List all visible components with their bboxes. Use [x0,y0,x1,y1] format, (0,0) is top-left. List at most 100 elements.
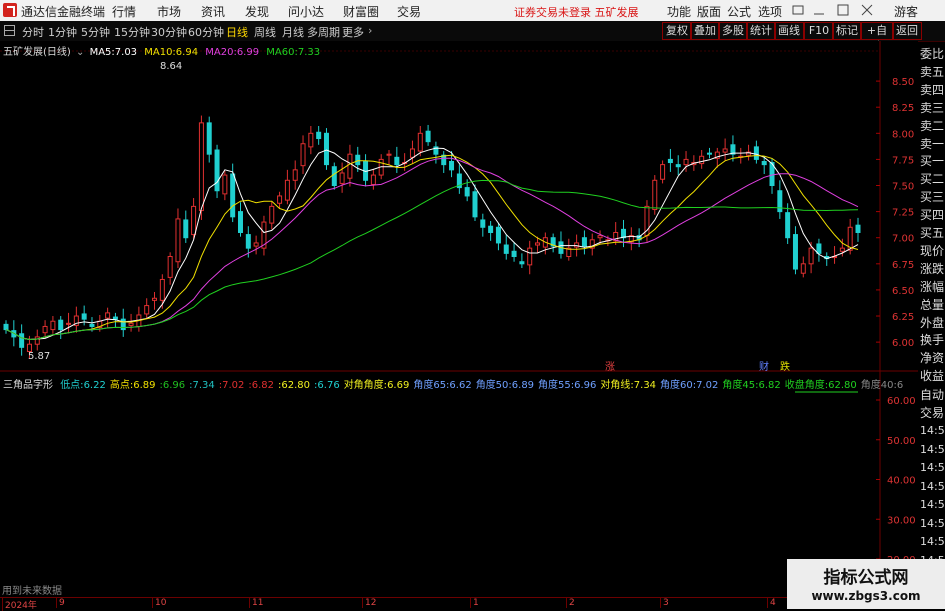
quote-label[interactable]: 买三 [920,188,944,205]
candle-body[interactable] [660,164,666,180]
quote-label[interactable]: 现价 [920,242,944,259]
close-icon[interactable] [861,4,873,16]
quote-label[interactable]: 涨跌 [920,260,944,277]
tab-30min[interactable]: 30分钟 [151,24,187,40]
candle-body[interactable] [128,322,134,326]
candle-body[interactable] [81,313,87,320]
candle-body[interactable] [535,242,541,246]
trade-label[interactable]: 交易 [920,404,944,421]
candle-body[interactable] [574,242,580,248]
menu-caifuquan[interactable]: 财富圈 [343,3,379,20]
auto-label[interactable]: 自动 [920,386,944,403]
quote-label[interactable]: 买五 [920,224,944,241]
candle-body[interactable] [42,325,48,334]
tab-multi-period[interactable]: 多周期 [307,24,340,40]
menu-xuanxiang[interactable]: 选项 [758,3,782,20]
candle-body[interactable] [120,318,126,331]
candle-body[interactable] [355,154,361,166]
menu-zixun[interactable]: 资讯 [201,3,225,20]
candle-body[interactable] [237,211,243,233]
candle-body[interactable] [245,234,251,249]
candle-body[interactable] [347,153,353,179]
candle-body[interactable] [292,169,298,181]
candle-body[interactable] [503,244,509,254]
menu-faxian[interactable]: 发现 [245,3,269,20]
candle-body[interactable] [331,166,337,187]
tab-monthly[interactable]: 月线 [282,24,304,40]
menu-banmian[interactable]: 版面 [697,3,721,20]
quote-label[interactable]: 卖三 [920,99,944,116]
tab-1min[interactable]: 1分钟 [48,24,77,40]
quote-label[interactable]: 换手 [920,331,944,348]
candle-body[interactable] [464,187,470,197]
menu-wenxiaoda[interactable]: 问小达 [288,3,324,20]
menu-shichang[interactable]: 市场 [157,3,181,20]
candle-body[interactable] [495,226,501,244]
stock-label[interactable]: 五矿发展(日线) [3,47,71,58]
menu-gongneng[interactable]: 功能 [667,3,691,20]
tab-fenshi[interactable]: 分时 [22,24,44,40]
candle-body[interactable] [253,242,259,247]
candle-body[interactable] [58,319,64,331]
candle-body[interactable] [722,148,728,153]
guest-button[interactable]: 游客 [894,3,918,20]
candle-body[interactable] [683,158,689,166]
quote-label[interactable]: 卖四 [920,81,944,98]
tab-more[interactable]: 更多 [342,24,364,40]
candle-body[interactable] [597,235,603,239]
candle-body[interactable] [175,218,181,263]
candle-body[interactable] [488,225,494,233]
candle-body[interactable] [785,212,791,239]
candle-body[interactable] [300,143,306,167]
back-button[interactable]: 返回 [892,22,922,40]
candle-body[interactable] [394,156,400,166]
candle-body[interactable] [230,173,236,218]
candle-body[interactable] [316,131,322,140]
quote-label[interactable]: 涨幅 [920,278,944,295]
candle-body[interactable] [370,174,376,185]
chevron-down-icon[interactable]: ⌄ [76,47,84,58]
candle-body[interactable] [706,152,712,155]
tab-weekly[interactable]: 周线 [254,24,276,40]
menu-hangqing[interactable]: 行情 [112,3,136,20]
quote-label[interactable]: 卖五 [920,63,944,80]
candle-body[interactable] [323,132,329,166]
quote-label[interactable]: 委比 [920,45,944,62]
quote-label[interactable]: 买四 [920,206,944,223]
login-alert[interactable]: 证券交易未登录 五矿发展 [514,4,639,20]
duogu-button[interactable]: 多股 [718,22,748,40]
quote-label[interactable]: 收益 [920,367,944,384]
huaxian-button[interactable]: 画线 [774,22,804,40]
candle-body[interactable] [808,247,814,265]
candle-body[interactable] [112,316,118,320]
candle-body[interactable] [855,224,861,233]
tab-15min[interactable]: 15分钟 [114,24,150,40]
indicator-name[interactable]: 三角品字形 [3,380,53,391]
candle-body[interactable] [652,179,658,211]
quote-label[interactable]: 净资 [920,349,944,366]
candle-body[interactable] [839,247,845,252]
candle-body[interactable] [152,297,158,301]
tab-5min[interactable]: 5分钟 [81,24,110,40]
quote-label[interactable]: 买一 [920,152,944,169]
candle-body[interactable] [34,336,40,345]
candle-body[interactable] [222,174,228,195]
quote-label[interactable]: 总量 [920,296,944,313]
candle-body[interactable] [816,243,822,254]
candle-body[interactable] [183,219,189,239]
candle-body[interactable] [800,263,806,274]
grid-icon[interactable] [4,25,16,37]
candle-body[interactable] [277,195,283,204]
add-watchlist-button[interactable]: +自选 [860,22,894,53]
chevron-right-icon[interactable]: › [368,24,372,37]
tab-60min[interactable]: 60分钟 [188,24,224,40]
candle-body[interactable] [284,179,290,201]
candle-body[interactable] [105,312,111,319]
tab-daily[interactable]: 日线 [226,24,248,40]
candle-body[interactable] [511,250,517,258]
biaoji-button[interactable]: 标记 [832,22,862,40]
quote-label[interactable]: 外盘 [920,314,944,331]
candle-body[interactable] [753,146,759,160]
f10-button[interactable]: F10 [804,22,834,40]
diejia-button[interactable]: 叠加 [690,22,720,40]
